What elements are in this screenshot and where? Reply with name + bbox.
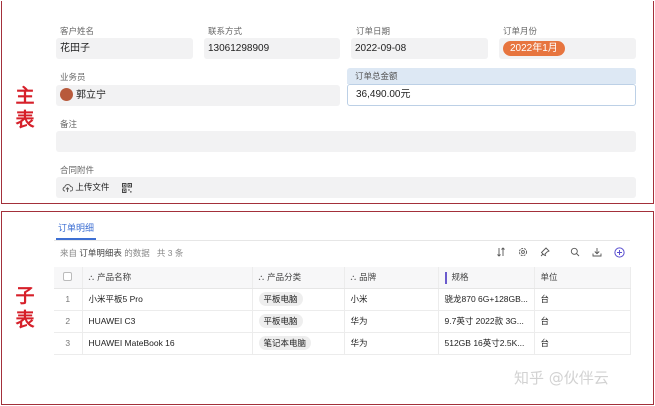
pin-icon[interactable] [538,245,552,259]
tab-order-details[interactable]: 订单明细 [58,221,94,234]
category-tag: 平板电脑 [258,314,303,328]
upload-button[interactable]: 上传文件 [62,177,109,198]
column-header-label: 规格 [451,271,469,282]
data-source-line: 来自 订单明细表 的数据 共 3 条 [60,247,183,259]
total-value: 36,490.00元 [356,89,411,100]
cell-unit[interactable]: 台 [534,332,631,355]
order-month-pill: 2022年1月 [503,41,565,56]
column-header-category[interactable]: ⛬ 产品分类 [252,267,345,289]
salesman-label: 业务员 [60,72,86,82]
cell-spec[interactable]: 骁龙870 6G+128GB... [438,288,535,311]
toolbar-right [568,245,626,259]
search-icon[interactable] [568,245,582,259]
total-field[interactable]: 36,490.00元 [347,84,636,106]
settings-icon[interactable] [516,245,530,259]
sub-label-char-2: 表 [15,309,35,331]
tab-divider [54,240,630,241]
watermark: 知乎 @伙伴云 [514,369,609,387]
order-date-field[interactable]: 2022-09-08 [351,38,488,59]
cell-unit[interactable]: 台 [534,310,631,333]
row-number: 2 [54,310,83,333]
column-header-label: 产品名称 [97,272,132,283]
order-month-field[interactable]: 2022年1月 [499,38,636,59]
table-row[interactable]: 2 HUAWEI C3 平板电脑 华为 9.7英寸 2022款 3G... 台 [54,310,631,333]
from-suffix: 的数据 [124,248,150,258]
avatar [60,87,73,101]
sort-icon[interactable] [494,245,508,259]
remark-field[interactable] [56,131,636,152]
remark-label: 备注 [60,119,78,129]
contact-label: 联系方式 [208,26,243,36]
toolbar-left [494,245,552,259]
from-prefix: 来自 [60,248,78,258]
cell-brand[interactable]: 小米 [344,288,439,311]
customer-field[interactable]: 花田子 [56,38,193,59]
customer-value: 花田子 [60,43,90,54]
cell-category[interactable]: 笔记本电脑 [252,332,345,355]
relation-icon: ⛬ [258,273,265,283]
relation-icon: ⛬ [88,273,95,283]
contact-value: 13061298909 [208,43,270,54]
column-header-label: 单位 [540,272,558,283]
cell-brand[interactable]: 华为 [344,310,439,333]
column-header-brand[interactable]: ⛬ 品牌 [344,267,439,289]
table-row[interactable]: 3 HUAWEI MateBook 16 笔记本电脑 华为 512GB 16英寸… [54,332,631,355]
salesman-value: 郭立宁 [76,90,106,101]
cell-category[interactable]: 平板电脑 [252,310,345,333]
add-circle-icon[interactable] [612,245,626,259]
category-tag: 笔记本电脑 [258,336,312,350]
column-resize-handle[interactable] [444,271,447,284]
column-header-label: 产品分类 [267,272,302,283]
contact-field[interactable]: 13061298909 [204,38,340,59]
customer-label: 客户姓名 [60,26,95,36]
screenshot-root: 主 表 客户姓名 花田子 联系方式 13061298909 订单日期 2022-… [0,0,655,406]
table-row[interactable]: 1 小米平板5 Pro 平板电脑 小米 骁龙870 6G+128GB... 台 [54,288,631,311]
order-date-label: 订单日期 [356,26,391,36]
column-header-product-name[interactable]: ⛬ 产品名称 [82,267,253,289]
cell-product-name[interactable]: 小米平板5 Pro [82,288,253,311]
row-number: 3 [54,332,83,355]
cell-product-name[interactable]: HUAWEI MateBook 16 [82,332,253,355]
order-month-label: 订单月份 [503,26,538,36]
main-label-char-2: 表 [15,109,35,131]
attachment-field: 上传文件 [56,177,636,198]
row-number: 1 [54,288,83,311]
cell-spec[interactable]: 9.7英寸 2022款 3G... [438,310,535,333]
main-label-char-1: 主 [15,85,35,107]
order-date-value: 2022-09-08 [355,43,407,54]
category-tag: 平板电脑 [258,292,303,306]
column-header-label: 品牌 [359,272,377,283]
cell-brand[interactable]: 华为 [344,332,439,355]
cell-category[interactable]: 平板电脑 [252,288,345,311]
column-header-spec[interactable]: 规格 [438,267,535,289]
order-details-table: ⛬ 产品名称 ⛬ 产品分类 ⛬ 品牌 规格 单位 1 小米平板5 Pro 平板电脑 小… [54,267,631,355]
sub-table-label: 子 表 [14,284,36,332]
upload-cloud-icon [62,183,73,192]
table-header-row: ⛬ 产品名称 ⛬ 产品分类 ⛬ 品牌 规格 单位 [54,267,631,289]
main-table-label: 主 表 [14,84,36,132]
salesman-field[interactable]: 郭立宁 [56,85,340,106]
download-icon[interactable] [590,245,604,259]
total-label: 订单总金额 [347,68,636,84]
relation-icon: ⛬ [350,273,357,283]
cell-unit[interactable]: 台 [534,288,631,311]
qr-code-icon[interactable] [121,182,132,193]
attachment-label: 合同附件 [60,165,95,175]
column-header-unit[interactable]: 单位 [534,267,631,289]
cell-spec[interactable]: 512GB 16英寸2.5K... [438,332,535,355]
source-table-link[interactable]: 订单明细表 [79,248,122,258]
record-count: 共 3 条 [156,248,184,258]
cell-product-name[interactable]: HUAWEI C3 [82,310,253,333]
sub-label-char-1: 子 [15,285,35,307]
select-all-checkbox[interactable] [63,271,73,281]
select-all-header[interactable] [54,267,83,289]
upload-label: 上传文件 [75,182,110,192]
